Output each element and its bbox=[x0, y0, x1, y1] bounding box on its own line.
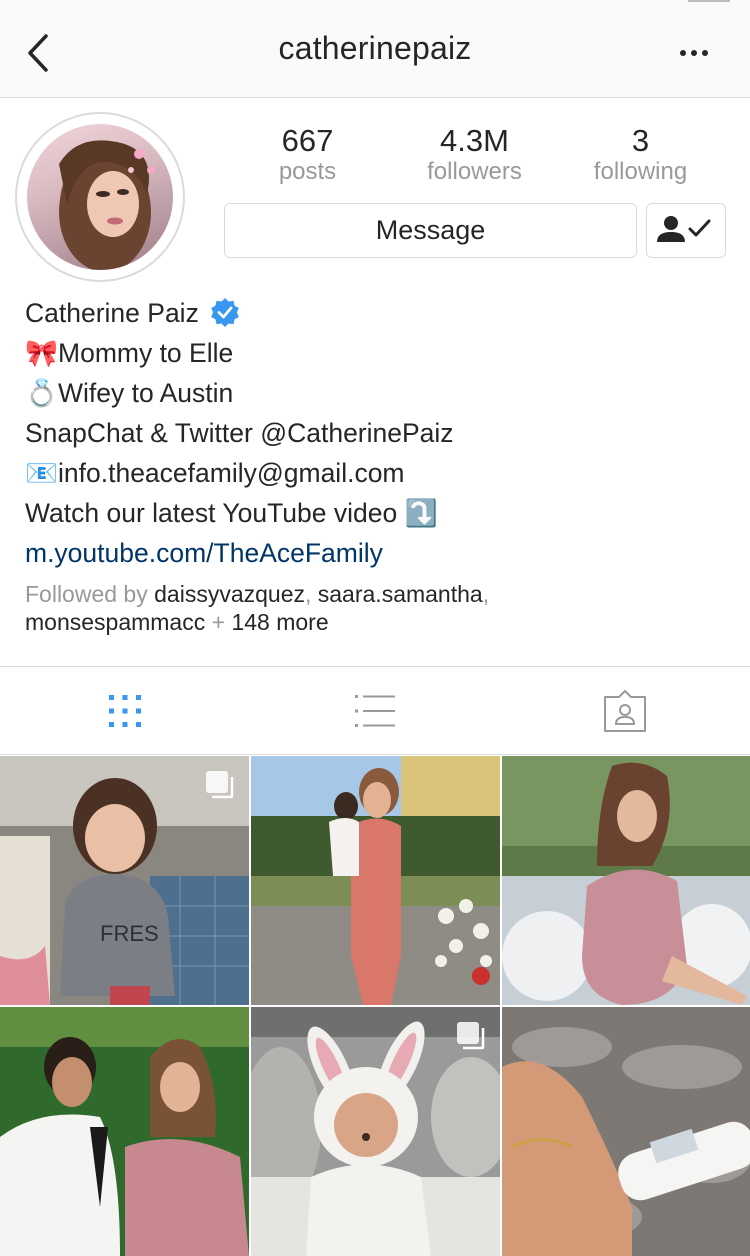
post-thumbnail[interactable] bbox=[502, 1007, 750, 1256]
arrow-down-right-emoji-icon: ⤵️ bbox=[404, 498, 438, 528]
stat-value: 3 bbox=[631, 123, 650, 158]
stat-label: following bbox=[593, 158, 688, 185]
post-thumbnail[interactable] bbox=[0, 1007, 249, 1256]
tab-list[interactable] bbox=[250, 667, 500, 755]
nav-header: catherinepaiz bbox=[0, 0, 750, 98]
bio-text: Watch our latest YouTube video bbox=[25, 498, 398, 528]
username-title: catherinepaiz bbox=[278, 30, 472, 66]
stat-following[interactable]: 3 following bbox=[557, 124, 724, 186]
bio-line-4: 📧info.theacefamily@gmail.com bbox=[25, 453, 405, 493]
grid-icon bbox=[109, 695, 141, 727]
post-thumbnail[interactable] bbox=[251, 756, 500, 1005]
tab-grid[interactable] bbox=[0, 667, 250, 755]
profile-avatar-ring[interactable] bbox=[15, 112, 185, 282]
separator: , bbox=[304, 581, 312, 607]
bio-email-text: info.theacefamily@gmail.com bbox=[58, 458, 405, 488]
status-bar-sliver bbox=[688, 0, 730, 2]
svg-text:FRES: FRES bbox=[100, 921, 159, 946]
bio-text: Mommy to Elle bbox=[58, 338, 234, 368]
verified-badge-icon bbox=[211, 298, 240, 327]
photo-grid: FRES bbox=[0, 756, 750, 1256]
stat-followers[interactable]: 4.3M followers bbox=[391, 124, 558, 186]
post-thumbnail[interactable] bbox=[502, 756, 750, 1005]
followed-by-account[interactable]: saara.samantha bbox=[318, 581, 483, 607]
post-thumbnail[interactable] bbox=[251, 1007, 500, 1256]
multiple-photos-icon bbox=[457, 1022, 485, 1050]
envelope-emoji-icon: 📧 bbox=[25, 458, 58, 488]
stat-value: 4.3M bbox=[440, 123, 509, 158]
display-name-row: Catherine Paiz bbox=[25, 293, 240, 333]
profile-tab-bar bbox=[0, 666, 750, 755]
multiple-photos-icon bbox=[206, 771, 234, 799]
more-options-button[interactable] bbox=[672, 36, 716, 70]
bio-line-3: SnapChat & Twitter @CatherinePaiz bbox=[25, 413, 454, 453]
more-horizontal-icon bbox=[680, 50, 708, 56]
stat-label: posts bbox=[278, 158, 337, 185]
ribbon-emoji-icon: 🎀 bbox=[25, 338, 58, 368]
stat-posts[interactable]: 667 posts bbox=[224, 124, 391, 186]
bio-text: Wifey to Austin bbox=[58, 378, 234, 408]
tagged-person-icon bbox=[604, 690, 646, 732]
followed-by[interactable]: Followed by daissyvazquez, saara.samanth… bbox=[25, 580, 745, 636]
message-button[interactable]: Message bbox=[224, 203, 637, 258]
followed-by-prefix: Followed by bbox=[25, 581, 148, 607]
bio-line-1: 🎀Mommy to Elle bbox=[25, 333, 233, 373]
followed-by-more[interactable]: 148 more bbox=[231, 609, 328, 635]
post-thumbnail[interactable]: FRES bbox=[0, 756, 249, 1005]
plus-sign: + bbox=[211, 609, 226, 635]
separator: , bbox=[482, 581, 490, 607]
profile-stats: 667 posts 4.3M followers 3 following bbox=[224, 124, 726, 190]
bio-line-2: 💍Wifey to Austin bbox=[25, 373, 233, 413]
list-icon bbox=[355, 695, 395, 727]
user-following-check-icon bbox=[657, 216, 711, 242]
avatar bbox=[27, 124, 173, 270]
followed-by-account[interactable]: monsespammacc bbox=[25, 609, 205, 635]
stat-value: 667 bbox=[281, 123, 334, 158]
bio-line-5: Watch our latest YouTube video ⤵️ bbox=[25, 493, 438, 533]
bio-website-link[interactable]: m.youtube.com/TheAceFamily bbox=[25, 533, 383, 573]
display-name: Catherine Paiz bbox=[25, 298, 199, 328]
followed-by-account[interactable]: daissyvazquez bbox=[154, 581, 305, 607]
bio-text: SnapChat & Twitter @CatherinePaiz bbox=[25, 418, 454, 448]
following-status-button[interactable] bbox=[646, 203, 726, 258]
stat-label: followers bbox=[427, 158, 522, 185]
tab-tagged[interactable] bbox=[500, 667, 750, 755]
ring-emoji-icon: 💍 bbox=[25, 378, 58, 408]
